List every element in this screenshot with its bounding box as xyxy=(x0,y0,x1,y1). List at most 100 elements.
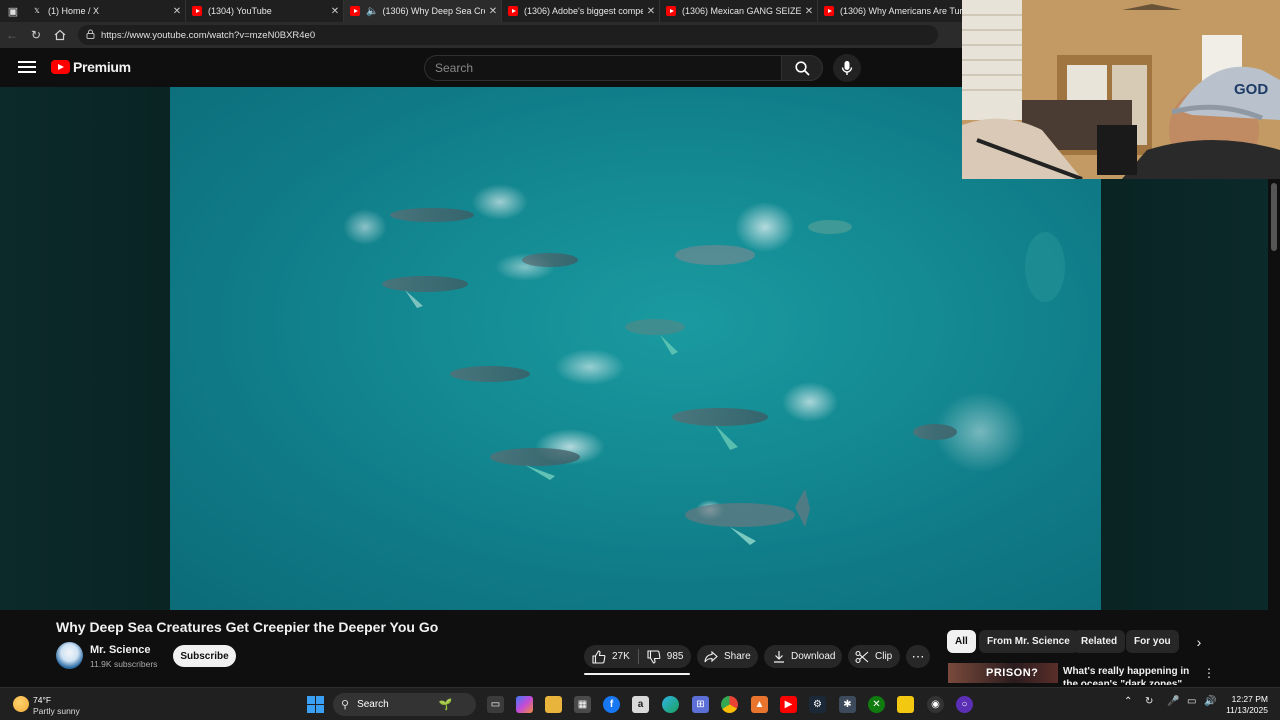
chevron-right-icon[interactable]: › xyxy=(1188,630,1210,653)
youtube-play-icon xyxy=(51,60,70,74)
download-icon xyxy=(773,650,785,663)
voice-search-button[interactable] xyxy=(833,54,861,82)
notes-icon[interactable] xyxy=(897,696,914,713)
x-icon: 𝕏 xyxy=(34,8,40,15)
search-icon: ⚲ xyxy=(341,699,350,711)
volume-icon[interactable]: 🔊 xyxy=(1204,696,1216,707)
like-icon[interactable] xyxy=(592,649,606,664)
browser-tab-active[interactable]: 🔈 (1306) Why Deep Sea Creatu ✕ xyxy=(344,0,502,22)
dislike-icon[interactable] xyxy=(647,649,661,664)
display-icon[interactable]: ▭ xyxy=(1187,696,1196,707)
logo-text: Premium xyxy=(73,59,131,75)
chip-all[interactable]: All xyxy=(947,630,976,653)
browser-tab[interactable]: (1306) Why Americans Are Turni xyxy=(818,0,962,22)
tab-label: (1306) Mexican GANG SEIZES LA xyxy=(682,6,801,16)
browser-tab[interactable]: 𝕏 (1) Home / X ✕ xyxy=(26,0,186,22)
windows-start-icon[interactable] xyxy=(307,696,324,713)
edge-icon[interactable] xyxy=(662,696,679,713)
youtube-icon xyxy=(666,6,676,16)
channel-name[interactable]: Mr. Science xyxy=(90,644,151,656)
clip-label: Clip xyxy=(875,651,893,662)
recommended-title[interactable]: What's really happening in the ocean's "… xyxy=(1063,665,1193,685)
microsoft-store-icon[interactable]: ▦ xyxy=(574,696,591,713)
search-icon xyxy=(794,60,810,76)
subscriber-count: 11.9K subscribers xyxy=(90,659,158,669)
chevron-up-icon[interactable]: ⌃ xyxy=(1124,696,1132,707)
like-count[interactable]: 27K xyxy=(612,651,630,662)
browser-tab[interactable]: (1304) YouTube ✕ xyxy=(186,0,344,22)
more-actions-button[interactable]: ⋯ xyxy=(906,645,930,668)
chip-related[interactable]: Related xyxy=(1073,630,1126,653)
recommended-thumbnail[interactable]: PRISON? xyxy=(948,663,1058,683)
task-view-icon[interactable]: ▭ xyxy=(487,696,504,713)
dislike-count[interactable]: 985 xyxy=(667,651,684,662)
reload-icon[interactable]: ↻ xyxy=(24,22,48,48)
close-tab-icon[interactable]: ✕ xyxy=(643,6,659,17)
search-highlight-icon: 🌱 xyxy=(438,699,453,711)
chip-from-channel[interactable]: From Mr. Science xyxy=(979,630,1078,653)
tab-label: (1306) Why Americans Are Turni xyxy=(840,6,962,16)
file-explorer-icon[interactable] xyxy=(545,696,562,713)
clock-time[interactable]: 12:27 PM xyxy=(1230,694,1268,704)
window-menu-icon[interactable]: ▣ xyxy=(0,0,26,22)
clock-date[interactable]: 11/13/2025 xyxy=(1222,705,1268,715)
youtube-icon[interactable]: ▶ xyxy=(780,696,797,713)
chrome-icon[interactable] xyxy=(721,696,738,713)
weather-description[interactable]: Partly sunny xyxy=(33,706,80,716)
close-tab-icon[interactable]: ✕ xyxy=(169,6,185,17)
app-icon[interactable]: ○ xyxy=(956,696,973,713)
clip-button[interactable]: Clip xyxy=(848,645,900,668)
search-input[interactable] xyxy=(424,55,781,81)
download-button[interactable]: Download xyxy=(764,645,842,668)
webcam-overlay: GOD xyxy=(962,0,1280,179)
download-label: Download xyxy=(791,651,836,662)
like-ratio-bar xyxy=(584,673,690,675)
back-icon[interactable]: ← xyxy=(0,22,24,48)
svg-text:GOD: GOD xyxy=(1234,81,1268,98)
youtube-icon xyxy=(192,6,202,16)
address-bar: ← ↻ https://www.youtube.com/watch?v=mzeN… xyxy=(0,22,962,48)
copilot-icon[interactable] xyxy=(516,696,533,713)
weather-icon[interactable] xyxy=(13,696,29,712)
browser-tab[interactable]: (1306) Adobe's biggest competit ✕ xyxy=(502,0,660,22)
calculator-icon[interactable]: ⊞ xyxy=(692,696,709,713)
url-field[interactable]: https://www.youtube.com/watch?v=mzeN0BXR… xyxy=(78,25,938,45)
amazon-icon[interactable]: a xyxy=(632,696,649,713)
subscribe-button[interactable]: Subscribe xyxy=(173,645,236,667)
video-title: Why Deep Sea Creatures Get Creepier the … xyxy=(56,619,439,635)
home-icon[interactable] xyxy=(48,22,72,48)
close-tab-icon[interactable]: ✕ xyxy=(485,6,501,17)
scrollbar-thumb[interactable] xyxy=(1271,183,1277,251)
search-button[interactable] xyxy=(781,55,823,81)
browser-tab[interactable]: (1306) Mexican GANG SEIZES LA ✕ xyxy=(660,0,818,22)
more-vertical-icon[interactable]: ⋮ xyxy=(1203,664,1215,682)
speaker-icon[interactable]: 🔈 xyxy=(366,6,378,17)
tab-label: (1304) YouTube xyxy=(208,6,272,16)
steam-icon[interactable]: ⚙ xyxy=(809,696,826,713)
windows-taskbar: 74°F Partly sunny ⚲ Search 🌱 ▭ ▦ f a ⊞ ▲… xyxy=(0,687,1280,720)
youtube-logo[interactable]: Premium xyxy=(51,59,131,75)
settings-gear-icon[interactable]: ✱ xyxy=(839,696,856,713)
page-scrollbar[interactable] xyxy=(1268,179,1280,679)
channel-avatar[interactable] xyxy=(56,642,83,669)
obs-icon[interactable]: ◉ xyxy=(927,696,944,713)
thumbnail-text: PRISON? xyxy=(986,667,1039,679)
share-button[interactable]: Share xyxy=(697,645,758,668)
like-dislike-group: 27K 985 xyxy=(584,645,691,668)
scissors-icon xyxy=(855,650,869,664)
weather-temperature[interactable]: 74°F xyxy=(33,695,51,705)
vlc-icon[interactable]: ▲ xyxy=(751,696,768,713)
chip-for-you[interactable]: For you xyxy=(1126,630,1179,653)
network-sync-icon[interactable]: ↻ xyxy=(1145,696,1153,707)
microphone-icon[interactable]: 🎤 xyxy=(1167,696,1179,707)
facebook-icon[interactable]: f xyxy=(603,696,620,713)
taskbar-search-label: Search xyxy=(357,699,389,710)
close-tab-icon[interactable]: ✕ xyxy=(801,6,817,17)
close-tab-icon[interactable]: ✕ xyxy=(327,6,343,17)
taskbar-search[interactable]: ⚲ Search 🌱 xyxy=(333,693,476,716)
xbox-icon[interactable]: ✕ xyxy=(868,696,885,713)
hamburger-menu-icon[interactable] xyxy=(18,59,36,75)
tab-label: (1) Home / X xyxy=(48,6,100,16)
microphone-icon xyxy=(841,61,853,75)
tab-label: (1306) Why Deep Sea Creatu xyxy=(382,6,485,16)
